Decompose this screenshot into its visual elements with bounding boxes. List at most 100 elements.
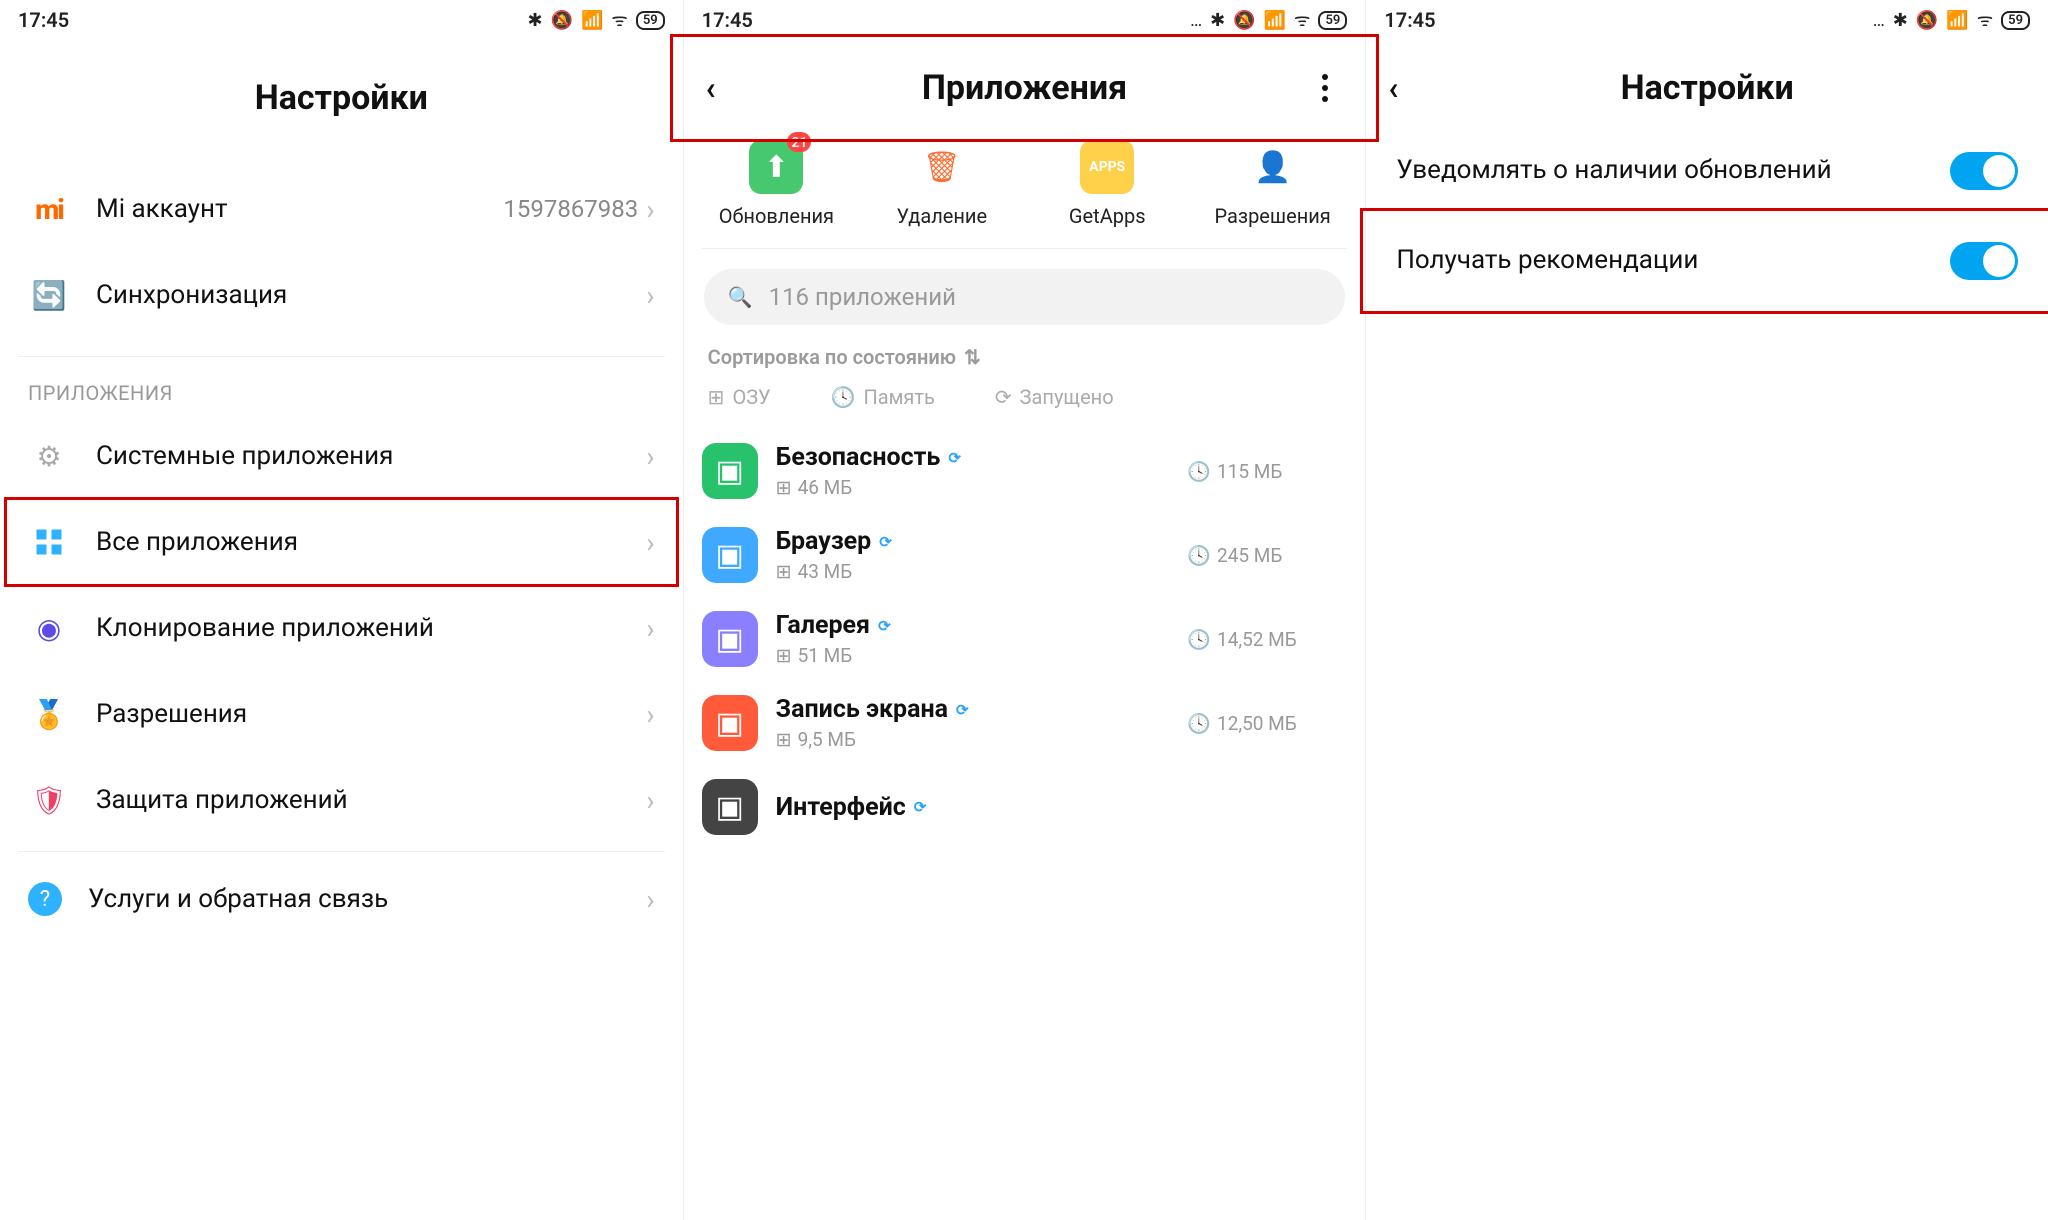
mi-account-row[interactable]: mi Mi аккаунт 1597867983 ›	[18, 166, 665, 252]
all-apps-label: Все приложения	[96, 527, 646, 557]
app-ram: ⊞ 46 МБ	[776, 476, 1188, 499]
loading-icon: ⟳	[879, 533, 892, 551]
divider	[18, 851, 665, 852]
battery-icon: 59	[636, 11, 665, 30]
loading-icon: ⟳	[948, 449, 961, 467]
updates-notify-toggle[interactable]	[1950, 152, 2018, 190]
chevron-right-icon: ›	[646, 784, 654, 817]
divider	[702, 248, 1348, 249]
mi-logo-icon: mi	[28, 188, 70, 230]
settings-panel: 17:45 ✱ 🔕 📶 ᯤ 59 Настройки mi Mi аккаунт…	[0, 0, 683, 1220]
clock-icon: 🕓	[1187, 460, 1211, 483]
updates-notify-row[interactable]: Уведомлять о наличии обновлений	[1366, 126, 2048, 216]
updates-action[interactable]: ⬆ 21 Обновления	[694, 140, 859, 228]
app-ram: ⊞ 9,5 МБ	[776, 728, 1188, 751]
app-name: Безопасность ⟳	[776, 443, 1188, 472]
clone-icon: ◉	[28, 607, 70, 649]
signal-icon: 📶	[1946, 10, 1968, 31]
permissions-icon: 🏅	[28, 693, 70, 735]
chevron-right-icon: ›	[646, 440, 654, 473]
settings-title: Настройки	[1424, 68, 1990, 108]
permissions-action[interactable]: 👤 Разрешения	[1190, 140, 1355, 228]
feedback-row[interactable]: ? Услуги и обратная связь ›	[18, 860, 665, 938]
chip-storage-icon: 🕓	[831, 385, 856, 409]
permissions-action-icon: 👤	[1246, 140, 1300, 194]
mute-icon: 🔕	[1233, 10, 1255, 31]
app-icon: ▣	[702, 443, 758, 499]
ram-chip[interactable]: ⊞ ОЗУ	[708, 385, 771, 409]
recommendations-row[interactable]: Получать рекомендации	[1366, 216, 2048, 306]
recommendations-toggle[interactable]	[1950, 242, 2018, 280]
updates-badge: 21	[787, 132, 811, 152]
clock-icon: 🕓	[1187, 628, 1211, 651]
ram-chip-label: ОЗУ	[732, 385, 770, 409]
updates-notify-label: Уведомлять о наличии обновлений	[1396, 154, 1950, 188]
getapps-label: GetApps	[1069, 204, 1146, 228]
feedback-section: ? Услуги и обратная связь ›	[0, 860, 683, 938]
mi-account-value: 1597867983	[503, 195, 638, 223]
chevron-right-icon: ›	[646, 279, 654, 312]
wifi-icon: ᯤ	[611, 8, 627, 32]
sync-label: Синхронизация	[96, 280, 646, 310]
app-row[interactable]: ▣ Безопасность ⟳ ⊞ 46 МБ 🕓 115 МБ	[702, 429, 1348, 513]
permissions-action-label: Разрешения	[1215, 204, 1331, 228]
chip-running-icon: ⟳	[995, 385, 1012, 409]
back-button[interactable]: ‹	[1388, 69, 1424, 107]
sort-label: Сортировка по состоянию	[708, 345, 956, 369]
uninstall-action[interactable]: 🗑 Удаление	[859, 140, 1024, 228]
permissions-label: Разрешения	[96, 699, 646, 729]
app-settings-panel: 17:45 … ✱ 🔕 📶 ᯤ 59 ‹ Настройки Уведомлят…	[1365, 0, 2048, 1220]
status-right: ✱ 🔕 📶 ᯤ 59	[527, 8, 664, 32]
back-button[interactable]: ‹	[706, 69, 742, 107]
updates-icon: ⬆ 21	[749, 140, 803, 194]
dots-icon: …	[1873, 10, 1885, 31]
chip-ram-icon: ⊞	[708, 385, 725, 409]
ram-icon: ⊞	[776, 728, 792, 751]
mute-icon: 🔕	[1916, 10, 1938, 31]
status-time: 17:45	[18, 8, 69, 32]
status-bar: 17:45 ✱ 🔕 📶 ᯤ 59	[0, 0, 683, 40]
app-name: Запись экрана ⟳	[776, 695, 1188, 724]
running-chip[interactable]: ⟳Запущено	[995, 385, 1114, 409]
status-right: … ✱ 🔕 📶 ᯤ 59	[1873, 8, 2030, 32]
app-row[interactable]: ▣ Запись экрана ⟳ ⊞ 9,5 МБ 🕓 12,50 МБ	[702, 681, 1348, 765]
chevron-right-icon: ›	[646, 526, 654, 559]
getapps-action[interactable]: APPS GetApps	[1025, 140, 1190, 228]
signal-icon: 📶	[1264, 10, 1286, 31]
chevron-right-icon: ›	[646, 883, 654, 916]
sync-row[interactable]: 🔄 Синхронизация ›	[18, 252, 665, 338]
app-name: Галерея ⟳	[776, 611, 1188, 640]
app-storage: 🕓 245 МБ	[1187, 544, 1347, 567]
status-time: 17:45	[702, 8, 753, 32]
cloning-row[interactable]: ◉ Клонирование приложений ›	[18, 585, 665, 671]
status-right: … ✱ 🔕 📶 ᯤ 59	[1190, 8, 1347, 32]
section-header-apps: ПРИЛОЖЕНИЯ	[0, 357, 683, 413]
more-menu-button[interactable]	[1307, 74, 1343, 102]
loading-icon: ⟳	[956, 701, 969, 719]
search-input[interactable]: 🔍 116 приложений	[704, 269, 1346, 325]
bluetooth-icon: ✱	[527, 10, 542, 31]
settings-header: ‹ Настройки	[1366, 60, 2048, 116]
sort-arrows-icon: ⇅	[964, 345, 981, 369]
app-row[interactable]: ▣ Браузер ⟳ ⊞ 43 МБ 🕓 245 МБ	[702, 513, 1348, 597]
ram-icon: ⊞	[776, 476, 792, 499]
permissions-row[interactable]: 🏅 Разрешения ›	[18, 671, 665, 757]
dots-icon: …	[1190, 10, 1202, 31]
sort-selector[interactable]: Сортировка по состоянию ⇅	[684, 345, 1366, 369]
system-apps-label: Системные приложения	[96, 441, 646, 471]
app-name: Браузер ⟳	[776, 527, 1188, 556]
all-apps-row[interactable]: Все приложения ›	[18, 499, 665, 585]
loading-icon: ⟳	[878, 617, 891, 635]
app-protection-row[interactable]: 🛡 Защита приложений ›	[18, 757, 665, 843]
app-storage: 🕓 12,50 МБ	[1187, 712, 1347, 735]
app-storage: 🕓 115 МБ	[1187, 460, 1347, 483]
account-section: mi Mi аккаунт 1597867983 › 🔄 Синхронизац…	[0, 166, 683, 338]
signal-icon: 📶	[581, 10, 603, 31]
storage-chip[interactable]: 🕓Память	[831, 385, 935, 409]
bluetooth-icon: ✱	[1893, 10, 1908, 31]
app-row[interactable]: ▣ Галерея ⟳ ⊞ 51 МБ 🕓 14,52 МБ	[702, 597, 1348, 681]
app-ram: ⊞ 51 МБ	[776, 644, 1188, 667]
trash-icon: 🗑	[915, 140, 969, 194]
system-apps-row[interactable]: ⚙ Системные приложения ›	[18, 413, 665, 499]
app-row[interactable]: ▣ Интерфейс ⟳	[702, 765, 1348, 849]
